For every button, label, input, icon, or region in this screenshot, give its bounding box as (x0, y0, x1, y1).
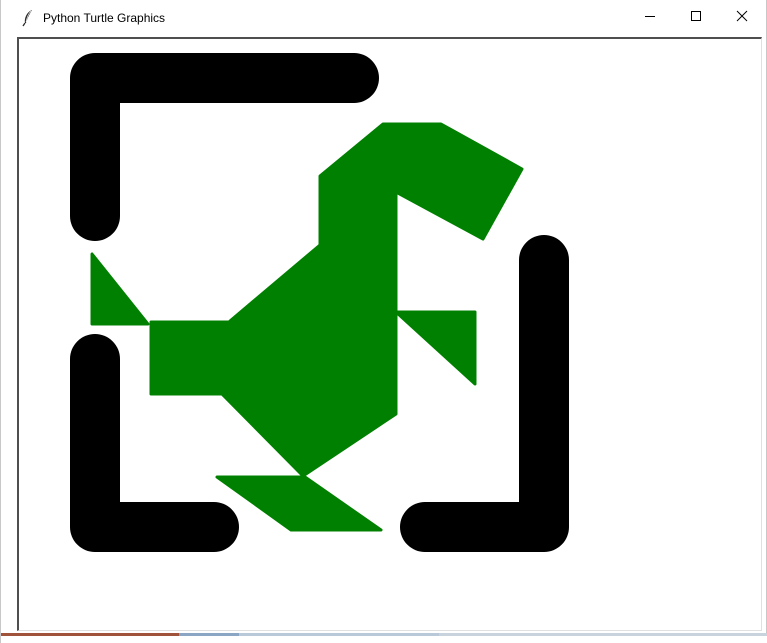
strip-segment (179, 633, 239, 636)
background-strip (1, 633, 767, 643)
dino-arm (394, 310, 477, 386)
frame-top-left (70, 53, 379, 241)
strip-segment (1, 633, 179, 636)
dinosaur-figure (90, 122, 524, 532)
drawing (70, 53, 569, 552)
dino-back-square (149, 320, 232, 396)
feather-icon (21, 9, 37, 27)
minimize-icon (644, 9, 656, 27)
turtle-window: Python Turtle Graphics (0, 0, 767, 643)
dino-foot (215, 475, 383, 532)
title-bar[interactable]: Python Turtle Graphics (1, 0, 766, 36)
strip-segment (239, 633, 439, 636)
maximize-button[interactable] (673, 0, 719, 36)
frame-right (400, 235, 569, 552)
minimize-button[interactable] (627, 0, 673, 36)
dino-tail (90, 252, 150, 326)
dino-body (218, 190, 398, 478)
turtle-canvas[interactable] (17, 37, 762, 631)
strip-segment (439, 633, 767, 636)
maximize-icon (690, 9, 702, 27)
window-title: Python Turtle Graphics (43, 11, 166, 25)
close-icon (736, 9, 748, 27)
close-button[interactable] (719, 0, 765, 36)
